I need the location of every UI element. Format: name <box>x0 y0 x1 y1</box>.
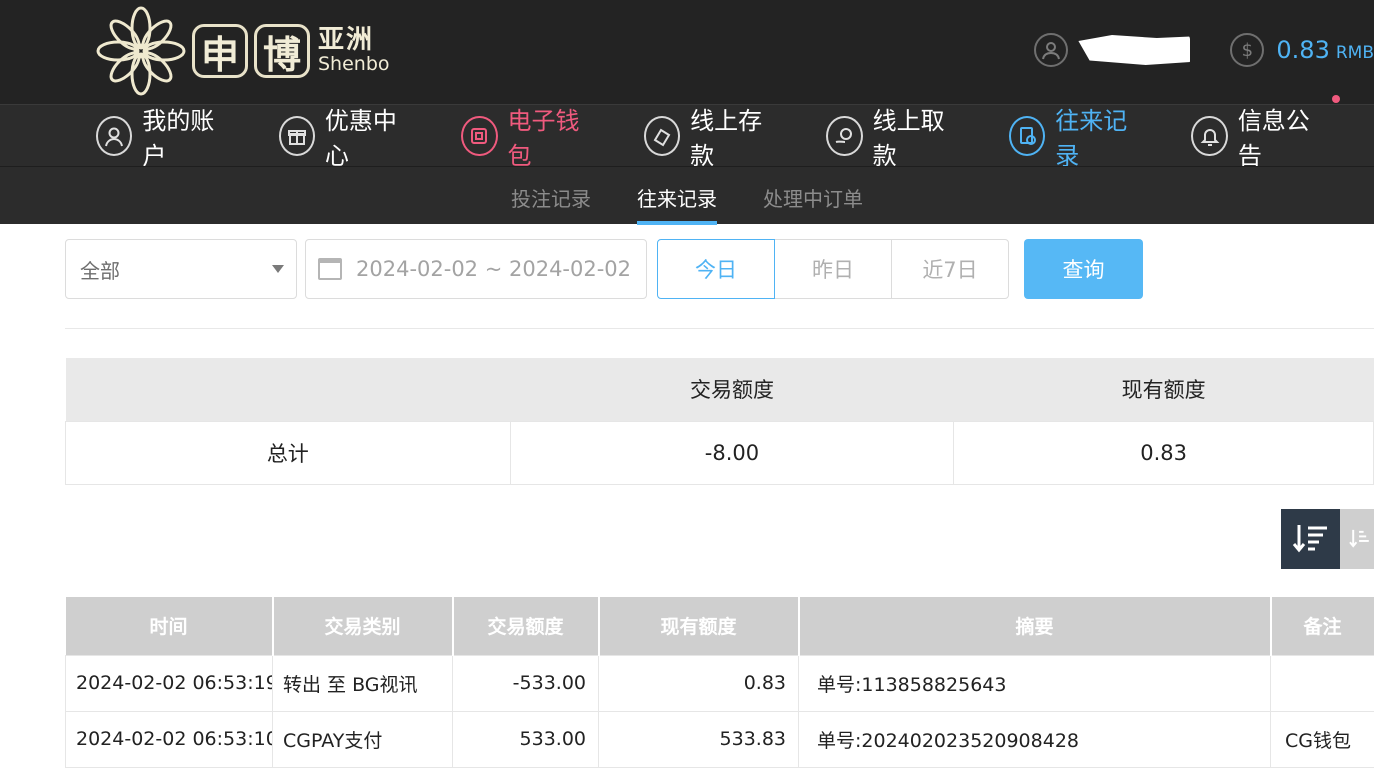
balance-value: 0.83 <box>1276 36 1330 64</box>
cell-note: CG钱包 <box>1270 710 1374 768</box>
withdraw-icon <box>826 115 863 156</box>
column-header-type[interactable]: 交易类别 <box>272 597 454 655</box>
nav-label: 线上取款 <box>872 106 945 170</box>
column-header-amount[interactable]: 交易额度 <box>452 597 600 655</box>
divider <box>65 328 1374 329</box>
date-quick-tabs: 今日 昨日 近7日 <box>657 239 1009 299</box>
filter-bar: 全部 2024-02-02 ~ 2024-02-02 今日 昨日 近7日 查询 <box>65 239 1143 299</box>
nav-my-account[interactable]: 我的账户 <box>96 101 229 171</box>
nav-label: 优惠中心 <box>324 106 397 170</box>
nav-online-withdraw[interactable]: 线上取款 <box>826 101 959 171</box>
account-icon <box>96 115 133 156</box>
tab-today[interactable]: 今日 <box>657 239 775 299</box>
date-range-value: 2024-02-02 ~ 2024-02-02 <box>356 257 632 281</box>
nav-e-wallet[interactable]: 电子钱包 <box>461 101 594 171</box>
nav-promotions[interactable]: 优惠中心 <box>278 101 412 171</box>
nav-transaction-records[interactable]: 往来记录 <box>1008 101 1142 171</box>
chevron-down-icon <box>272 265 284 273</box>
summary-total-row: 总计 -8.00 0.83 <box>65 420 1374 485</box>
dollar-icon: $ <box>1230 33 1265 67</box>
summary-header-cell <box>65 358 511 421</box>
notification-dot <box>1332 94 1341 103</box>
balance-display: 0.83 RMB <box>1276 36 1374 64</box>
brand-subtitle: 亚洲 <box>318 25 375 56</box>
brand-text: 亚洲 Shenbo <box>318 27 390 74</box>
main-nav: 我的账户 优惠中心 电子钱包 线上存款 线上取款 往来记录 信息公告 <box>0 94 1374 170</box>
sub-nav: 投注记录 往来记录 处理中订单 <box>0 166 1374 225</box>
nav-label: 往来记录 <box>1055 106 1128 170</box>
summary-header-cell: 交易额度 <box>510 358 954 421</box>
column-header-note[interactable]: 备注 <box>1270 597 1374 655</box>
type-select-value: 全部 <box>80 258 120 283</box>
wallet-icon <box>461 115 498 156</box>
cell-note <box>1270 654 1374 712</box>
tab-yesterday[interactable]: 昨日 <box>774 239 892 299</box>
summary-header-cell: 现有额度 <box>953 358 1374 421</box>
records-table: 时间 交易类别 交易额度 现有额度 摘要 备注 2024-02-02 06:53… <box>65 597 1374 768</box>
deposit-icon <box>643 115 681 156</box>
cell-amount: -533.00 <box>452 654 599 712</box>
brand-english: Shenbo <box>318 52 390 75</box>
subtab-transaction-records[interactable]: 往来记录 <box>637 167 717 225</box>
cell-time: 2024-02-02 06:53:19 <box>65 654 273 712</box>
nav-label: 信息公告 <box>1237 106 1310 170</box>
sort-ascending-icon[interactable] <box>1340 509 1374 569</box>
brand-char-2: 博 <box>254 24 310 78</box>
tab-last-7-days[interactable]: 近7日 <box>891 239 1009 299</box>
balance-currency: RMB <box>1335 43 1374 63</box>
table-row[interactable]: 2024-02-02 06:53:10 CGPAY支付 533.00 533.8… <box>65 710 1374 768</box>
summary-total-amount: -8.00 <box>509 420 955 485</box>
cell-balance: 0.83 <box>598 654 799 712</box>
username-redacted <box>1078 35 1191 65</box>
summary-total-label: 总计 <box>65 420 511 485</box>
flower-logo-icon <box>96 6 186 96</box>
top-bar: 申 博 亚洲 Shenbo $ 0.83 RMB <box>0 0 1374 104</box>
records-icon <box>1008 115 1046 156</box>
date-range-input[interactable]: 2024-02-02 ~ 2024-02-02 <box>305 239 647 299</box>
nav-label: 线上存款 <box>690 106 763 170</box>
bell-icon <box>1191 115 1228 156</box>
cell-type: 转出 至 BG视讯 <box>272 654 453 712</box>
table-row[interactable]: 2024-02-02 06:53:19 转出 至 BG视讯 -533.00 0.… <box>65 654 1374 712</box>
gift-icon <box>278 115 315 156</box>
summary-table: 交易额度 现有额度 总计 -8.00 0.83 <box>65 358 1374 485</box>
column-header-summary[interactable]: 摘要 <box>798 597 1272 655</box>
type-select[interactable]: 全部 <box>65 239 297 299</box>
summary-header-row: 交易额度 现有额度 <box>65 358 1374 421</box>
cell-summary: 单号:20240202352090842​8 <box>798 710 1271 768</box>
nav-label: 我的账户 <box>142 106 215 170</box>
nav-online-deposit[interactable]: 线上存款 <box>643 101 777 171</box>
user-area: $ 0.83 RMB <box>1034 30 1374 70</box>
cell-type: CGPAY支付 <box>272 710 453 768</box>
calendar-icon <box>318 258 342 280</box>
nav-announcements[interactable]: 信息公告 <box>1191 94 1341 171</box>
query-button[interactable]: 查询 <box>1024 239 1143 299</box>
summary-total-balance: 0.83 <box>953 420 1374 485</box>
records-header-row: 时间 交易类别 交易额度 现有额度 摘要 备注 <box>65 597 1374 655</box>
cell-time: 2024-02-02 06:53:10 <box>65 710 273 768</box>
brand-logo[interactable]: 申 博 亚洲 Shenbo <box>96 6 390 96</box>
subtab-pending-orders[interactable]: 处理中订单 <box>763 167 863 225</box>
sort-descending-icon[interactable] <box>1281 509 1340 569</box>
column-header-time[interactable]: 时间 <box>65 597 274 655</box>
cell-summary: 单号:113858825643 <box>798 654 1271 712</box>
nav-label: 电子钱包 <box>507 106 580 170</box>
user-icon[interactable] <box>1034 33 1069 67</box>
brand-char-1: 申 <box>192 24 248 78</box>
column-header-balance[interactable]: 现有额度 <box>598 597 800 655</box>
subtab-bet-records[interactable]: 投注记录 <box>511 167 591 225</box>
cell-amount: 533.00 <box>452 710 599 768</box>
sort-controls <box>1281 509 1374 569</box>
cell-balance: 533.83 <box>598 710 799 768</box>
